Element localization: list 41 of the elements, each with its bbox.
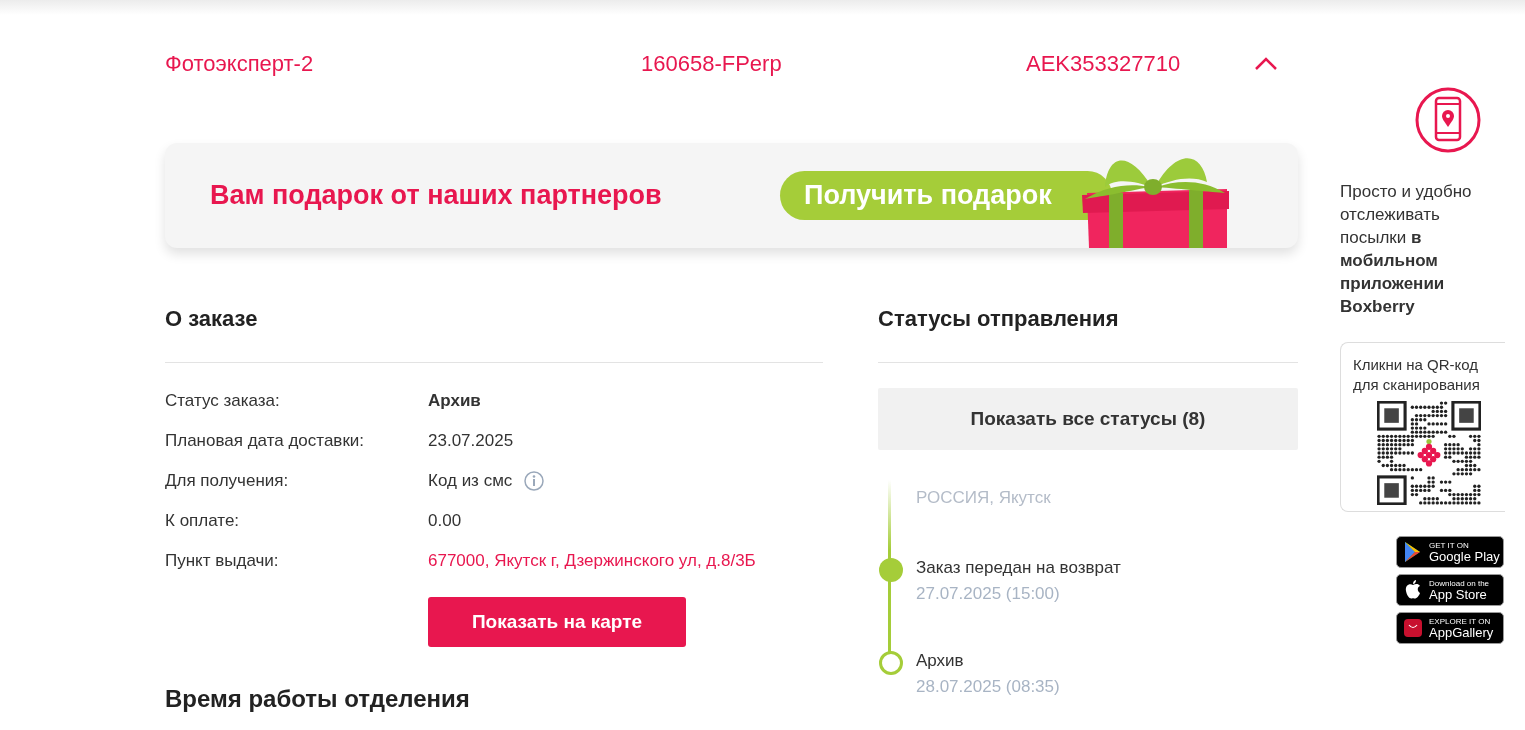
info-icon[interactable] — [524, 471, 545, 491]
apple-icon — [1403, 579, 1423, 601]
field-value: 23.07.2025 — [428, 431, 514, 451]
field-value: 0.00 — [428, 511, 462, 531]
field-label: Для получения: — [165, 471, 290, 491]
status-title: Архив — [916, 651, 965, 671]
shop-name: Фотоэксперт-2 — [165, 51, 315, 77]
tracking-number: AEK353327710 — [1026, 51, 1182, 77]
show-all-statuses-button[interactable]: Показать все статусы (8) — [878, 388, 1298, 450]
status-title: РОССИЯ, Якутск — [916, 487, 1052, 508]
store-name: AppGallery — [1429, 625, 1494, 639]
store-caption: Download on the — [1429, 579, 1490, 588]
field-label: Пункт выдачи: — [165, 551, 280, 571]
huawei-icon — [1403, 617, 1423, 639]
store-badge[interactable]: GET IT ON Google Play — [1396, 536, 1504, 568]
section-title: О заказе — [165, 306, 259, 333]
qr-code[interactable] — [1377, 401, 1481, 505]
store-badge[interactable]: Download on the App Store — [1396, 574, 1504, 606]
status-date: 28.07.2025 (08:35) — [916, 677, 1061, 697]
store-name: Google Play — [1429, 549, 1500, 563]
store-name: App Store — [1429, 587, 1488, 601]
chevron-icon[interactable] — [1254, 57, 1278, 71]
order-number: 160658-FPerp — [641, 51, 783, 77]
store-badge[interactable]: EXPLORE IT ON AppGallery — [1396, 612, 1504, 644]
status-date: 27.07.2025 (15:00) — [916, 584, 1061, 604]
field-value: Архив — [428, 391, 481, 411]
status-title: Заказ передан на возврат — [916, 558, 1122, 578]
field-label: Плановая дата доставки: — [165, 431, 366, 451]
show-on-map-button[interactable]: Показать на карте — [428, 597, 686, 647]
phone-location-icon — [1415, 87, 1481, 153]
qr-hint: Кликни на QR-код для сканирования — [1353, 355, 1481, 395]
field-label: Статус заказа: — [165, 391, 281, 411]
section-title: Время работы отделения — [165, 685, 471, 714]
app-promo-text: Просто и удобно отслеживать посылки в мобильном приложении Boxberry — [1340, 181, 1473, 318]
address-link[interactable]: 677000, Якутск г, Дзержинского ул, д.8/3Б — [428, 551, 756, 571]
field-value: Код из смс — [428, 471, 513, 491]
section-title: Статусы отправления — [878, 306, 1120, 333]
store-caption: GET IT ON — [1429, 541, 1470, 550]
promo-title: Вам подарок от наших партнеров — [210, 180, 663, 211]
store-caption: EXPLORE IT ON — [1429, 617, 1492, 626]
field-label: К оплате: — [165, 511, 241, 531]
